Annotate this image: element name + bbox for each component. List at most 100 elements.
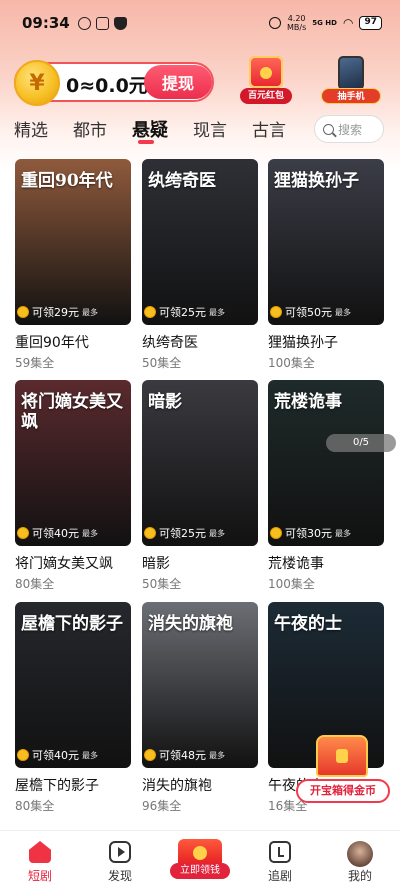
- drama-poster[interactable]: 暗影 可领25元 最多: [142, 380, 258, 546]
- tab-more[interactable]: 亖: [311, 116, 312, 146]
- poster-title: 荒楼诡事: [274, 392, 342, 412]
- reward-badge: 可领25元 最多: [142, 304, 231, 320]
- red-envelope-icon: [249, 56, 283, 88]
- poster-title: 暗影: [148, 392, 182, 412]
- reward-badge: 可领30元 最多: [268, 525, 357, 541]
- coin-balance: 0≈0.0元: [66, 75, 148, 97]
- poster-title: 将门嫡女美又飒: [21, 392, 123, 432]
- wifi-icon: ◠: [342, 16, 354, 30]
- home-icon: [29, 841, 51, 863]
- reward-suffix: 最多: [82, 750, 98, 760]
- search-placeholder: 搜索: [338, 122, 363, 137]
- promo-label: 百元红包: [240, 88, 292, 104]
- nav-label: 发现: [107, 869, 132, 883]
- tab-urban[interactable]: 都市: [73, 116, 107, 146]
- drama-episodes: 100集全: [268, 577, 315, 591]
- bottom-nav: 短剧 发现 立即领钱 追剧 我的: [0, 830, 400, 889]
- drama-poster[interactable]: 屋檐下的影子 可领40元 最多: [15, 602, 131, 768]
- drama-poster[interactable]: 纨绔奇医 可领25元 最多: [142, 159, 258, 325]
- drama-poster[interactable]: 荒楼诡事 可领30元 最多: [268, 380, 384, 546]
- active-tab-indicator: [138, 140, 154, 144]
- drama-title[interactable]: 消失的旗袍: [142, 775, 258, 795]
- poster-title: 消失的旗袍: [148, 614, 233, 634]
- net-speed: 4.20 MB/s: [287, 14, 306, 32]
- drama-title[interactable]: 荒楼诡事: [268, 553, 384, 573]
- coin-icon: ¥: [14, 60, 60, 106]
- treasure-chest-icon: [316, 735, 368, 777]
- reward-badge: 可领40元 最多: [15, 525, 104, 541]
- drama-card[interactable]: 屋檐下的影子 可领40元 最多 屋檐下的影子 80集全: [15, 602, 131, 814]
- coin-icon: [270, 527, 282, 539]
- follow-icon: [269, 841, 291, 863]
- phone-lottery-promo[interactable]: 抽手机: [321, 56, 381, 104]
- reward-suffix: 最多: [82, 528, 98, 538]
- alarm-icon: [268, 17, 281, 29]
- drama-card[interactable]: 消失的旗袍 可领48元 最多 消失的旗袍 96集全: [142, 602, 258, 814]
- nav-item-short-drama[interactable]: 短剧: [0, 831, 80, 889]
- status-right: 4.20 MB/s 5G HD ◠ 97: [268, 14, 382, 32]
- drama-card[interactable]: 狸猫换孙子 可领50元 最多 狸猫换孙子 100集全: [268, 159, 384, 371]
- drama-title[interactable]: 暗影: [142, 553, 258, 573]
- drama-title[interactable]: 狸猫换孙子: [268, 332, 384, 352]
- drama-episodes: 80集全: [15, 799, 55, 813]
- drama-title[interactable]: 重回90年代: [15, 332, 131, 352]
- poster-title: 狸猫换孙子: [274, 171, 359, 191]
- nav-item-following[interactable]: 追剧: [240, 831, 320, 889]
- coin-icon: [144, 306, 156, 318]
- drama-poster[interactable]: 重回90年代 可领29元 最多: [15, 159, 131, 325]
- tab-modern-romance[interactable]: 现言: [193, 116, 227, 146]
- drama-title[interactable]: 纨绔奇医: [142, 332, 258, 352]
- coin-icon: [17, 306, 29, 318]
- nav-label: 追剧: [267, 869, 292, 883]
- reward-badge: 可领48元 最多: [142, 747, 231, 763]
- drama-title[interactable]: 屋檐下的影子: [15, 775, 131, 795]
- nav-item-me[interactable]: 我的: [320, 831, 400, 889]
- drama-card[interactable]: 荒楼诡事 可领30元 最多 荒楼诡事 100集全: [268, 380, 384, 592]
- reward-suffix: 最多: [209, 307, 225, 317]
- drama-card[interactable]: 纨绔奇医 可领25元 最多 纨绔奇医 50集全: [142, 159, 258, 371]
- signal-icon: 5G HD: [312, 19, 337, 27]
- nav-label: 短剧: [27, 869, 52, 883]
- nav-item-earn-money[interactable]: 立即领钱: [160, 831, 240, 889]
- reward-amount: 可领40元: [32, 527, 79, 540]
- poster-title: 重回90年代: [21, 171, 113, 191]
- treasure-chest-button[interactable]: 开宝箱得金币: [296, 735, 390, 805]
- promo-label: 抽手机: [321, 88, 381, 104]
- net-speed-value: 4.20: [287, 14, 306, 23]
- drama-poster[interactable]: 将门嫡女美又飒 可领40元 最多: [15, 380, 131, 546]
- phone-icon: [338, 56, 364, 90]
- drama-episodes: 59集全: [15, 356, 55, 370]
- drama-episodes: 96集全: [142, 799, 182, 813]
- reward-amount: 可领30元: [285, 527, 332, 540]
- app-notification-icon: [95, 16, 109, 30]
- drama-poster[interactable]: 狸猫换孙子 可领50元 最多: [268, 159, 384, 325]
- reward-amount: 可领48元: [159, 749, 206, 762]
- reward-suffix: 最多: [209, 528, 225, 538]
- drama-card[interactable]: 重回90年代 可领29元 最多 重回90年代 59集全: [15, 159, 131, 371]
- red-envelope-promo[interactable]: 百元红包: [238, 56, 294, 104]
- play-icon: [109, 841, 131, 863]
- drama-poster[interactable]: 消失的旗袍 可领48元 最多: [142, 602, 258, 768]
- drama-episodes: 80集全: [15, 577, 55, 591]
- drama-title[interactable]: 将门嫡女美又飒: [15, 553, 131, 573]
- poster-title: 纨绔奇医: [148, 171, 216, 191]
- reward-amount: 可领50元: [285, 306, 332, 319]
- avatar-icon: [347, 841, 373, 867]
- shield-icon: [113, 16, 127, 30]
- tab-featured[interactable]: 精选: [14, 116, 48, 146]
- drama-card[interactable]: 将门嫡女美又飒 可领40元 最多 将门嫡女美又飒 80集全: [15, 380, 131, 592]
- carousel-page-indicator: 0/5: [326, 434, 396, 452]
- reward-badge: 可领50元 最多: [268, 304, 357, 320]
- reward-amount: 可领29元: [32, 306, 79, 319]
- coin-balance-pill[interactable]: 0≈0.0元 ¥ 提现: [14, 60, 214, 106]
- search-input[interactable]: 搜索: [314, 115, 384, 143]
- coin-icon: [270, 306, 282, 318]
- coin-icon: [17, 749, 29, 761]
- status-bar: 09:34 4.20 MB/s 5G HD ◠ 97: [0, 0, 400, 46]
- nav-item-discover[interactable]: 发现: [80, 831, 160, 889]
- reward-suffix: 最多: [335, 528, 351, 538]
- withdraw-button[interactable]: 提现: [144, 65, 212, 99]
- drama-card[interactable]: 暗影 可领25元 最多 暗影 50集全: [142, 380, 258, 592]
- coin-icon: [17, 527, 29, 539]
- tab-ancient-romance[interactable]: 古言: [252, 116, 286, 146]
